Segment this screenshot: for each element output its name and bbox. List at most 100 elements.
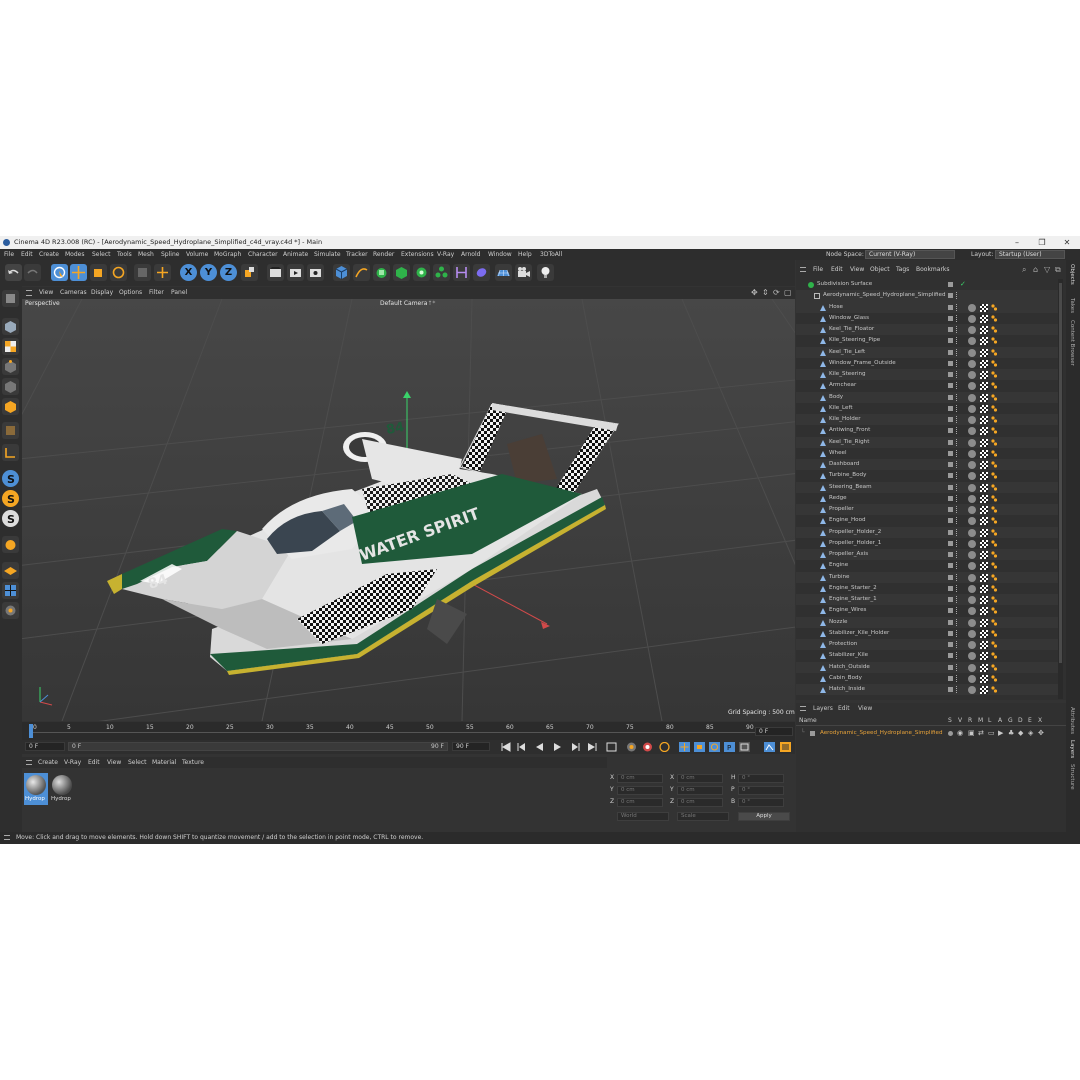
menu-mesh[interactable]: Mesh (138, 249, 154, 260)
visibility-dots[interactable] (956, 539, 958, 547)
uvw-tag-icon[interactable] (991, 483, 997, 491)
object-scrollbar[interactable] (1058, 279, 1063, 699)
layer-color-swatch[interactable] (948, 383, 953, 389)
tree-row-object[interactable]: Body (796, 391, 1058, 403)
uvw-tag-icon[interactable] (991, 675, 997, 682)
viewport-rotate-icon[interactable]: ⟳ (773, 288, 780, 297)
tree-row-object[interactable]: Turbine_Body (796, 470, 1058, 481)
material-tag-icon[interactable] (968, 303, 976, 312)
tab-attributes[interactable]: Attributes (1069, 707, 1075, 734)
tree-row-object[interactable]: Keel_Tie_Right (796, 436, 1058, 448)
tree-row-object[interactable]: Kile_Steering (796, 369, 1058, 381)
filter-icon[interactable]: ▽ (1044, 265, 1050, 274)
visibility-dots[interactable] (956, 618, 958, 626)
floor-grid-icon[interactable] (495, 264, 512, 281)
uvw-tag-icon[interactable] (991, 326, 997, 333)
layer-manager-icon[interactable]: ⇄ (978, 728, 984, 739)
menu-edit[interactable]: Edit (21, 249, 33, 260)
material-tag-icon[interactable] (968, 573, 976, 582)
uvw-tag-icon[interactable] (991, 472, 997, 479)
layer-menu-view[interactable]: View (858, 703, 872, 715)
rotation-p-field[interactable]: 0 ° (738, 786, 784, 795)
texture-tag-icon[interactable] (980, 326, 988, 334)
material-tag-icon[interactable] (968, 539, 976, 548)
viewport-menu-cameras[interactable]: Cameras (60, 287, 87, 299)
visibility-dots[interactable] (956, 506, 958, 513)
points-mode-icon[interactable] (2, 358, 19, 375)
material-tag-icon[interactable] (968, 506, 976, 514)
visibility-dots[interactable] (956, 337, 958, 345)
camera-icon[interactable] (515, 264, 532, 281)
material-tag-icon[interactable] (968, 629, 976, 638)
visibility-dots[interactable] (956, 551, 958, 558)
layer-color-swatch[interactable] (948, 552, 953, 557)
object-menu-object[interactable]: Object (870, 264, 890, 276)
layer-color-swatch[interactable] (948, 687, 953, 692)
material-tag-icon[interactable] (968, 607, 976, 616)
object-menu-edit[interactable]: Edit (831, 264, 843, 276)
tree-row-object[interactable]: Engine_Starter_1 (796, 594, 1058, 606)
tree-row-object[interactable]: Nozzle (796, 616, 1058, 628)
uvw-tag-icon[interactable] (991, 630, 997, 637)
layer-color-swatch[interactable] (948, 372, 953, 377)
tree-row-subdivision-surface[interactable]: Subdivision Surface ✓ (796, 279, 1058, 290)
material-tag-icon[interactable] (968, 359, 976, 368)
uvw-tag-icon[interactable] (991, 652, 997, 659)
visibility-dots[interactable] (956, 449, 958, 457)
layer-color-swatch[interactable] (948, 304, 953, 310)
x-axis-lock-button[interactable]: X (180, 264, 197, 281)
extrude-generator-icon[interactable] (393, 264, 410, 281)
position-y-field[interactable]: 0 cm (617, 786, 663, 795)
tree-row-object[interactable]: Wheel (796, 448, 1058, 459)
material-tag-icon[interactable] (968, 382, 976, 391)
visibility-dots[interactable] (956, 427, 958, 435)
visibility-dots[interactable] (956, 517, 958, 525)
material-tag-icon[interactable] (968, 562, 976, 571)
uvw-tag-icon[interactable] (991, 540, 997, 547)
key-parameter-icon[interactable]: P (724, 742, 735, 752)
tree-row-object[interactable]: Dashboard (796, 459, 1058, 471)
home-icon[interactable]: ⌂ (1033, 265, 1038, 274)
timeline-window-icon[interactable] (780, 742, 791, 752)
layer-color-swatch[interactable] (948, 585, 953, 591)
key-point-level-icon[interactable] (739, 742, 750, 752)
texture-tag-icon[interactable] (980, 416, 988, 424)
menu-window[interactable]: Window (488, 249, 512, 260)
tree-row-object[interactable]: Window_Frame_Outside (796, 358, 1058, 369)
visibility-dots[interactable] (956, 404, 958, 412)
tree-row-object[interactable]: Steering_Beam (796, 481, 1058, 493)
object-menu-file[interactable]: File (813, 264, 823, 276)
visibility-dots[interactable] (956, 348, 958, 356)
uvw-tag-icon[interactable] (991, 641, 997, 648)
layer-color-swatch[interactable] (948, 417, 953, 422)
model-mode-icon[interactable] (2, 318, 19, 335)
tab-objects[interactable]: Objects (1069, 264, 1075, 285)
material-tag-icon[interactable] (968, 427, 976, 436)
texture-tag-icon[interactable] (980, 371, 988, 379)
layer-visible-eye-icon[interactable]: ◉ (957, 728, 963, 739)
menu-character[interactable]: Character (248, 249, 278, 260)
uvw-tag-icon[interactable] (991, 461, 997, 468)
texture-tag-icon[interactable] (980, 674, 988, 683)
texture-tag-icon[interactable] (980, 506, 988, 514)
tree-row-object[interactable]: Antiwing_Front (796, 425, 1058, 436)
texture-tag-icon[interactable] (980, 686, 988, 694)
layer-color-swatch[interactable] (948, 338, 953, 344)
tree-row-object[interactable]: Propeller_Holder_1 (796, 538, 1058, 549)
menu-3dtoall[interactable]: 3DToAll (540, 249, 562, 260)
polygons-mode-icon[interactable] (2, 398, 19, 415)
next-key-icon[interactable] (570, 742, 581, 752)
material-tag-icon[interactable] (968, 517, 976, 526)
layer-color-swatch[interactable] (948, 563, 953, 569)
visibility-dots[interactable] (956, 483, 958, 491)
menu-mograph[interactable]: MoGraph (214, 249, 241, 260)
layer-row[interactable]: └ Aerodynamic_Speed_Hydroplane_Simplifie… (796, 728, 1058, 739)
uvw-tag-icon[interactable] (991, 495, 997, 502)
node-space-dropdown[interactable]: Current (V-Ray) (865, 250, 955, 259)
material-tag-icon[interactable] (968, 551, 976, 559)
layer-color-swatch[interactable] (948, 473, 953, 479)
texture-tag-icon[interactable] (980, 461, 988, 469)
visibility-dots[interactable] (956, 472, 958, 480)
texture-mode-icon[interactable] (2, 338, 19, 355)
viewport-pan-icon[interactable]: ✥ (751, 288, 758, 297)
